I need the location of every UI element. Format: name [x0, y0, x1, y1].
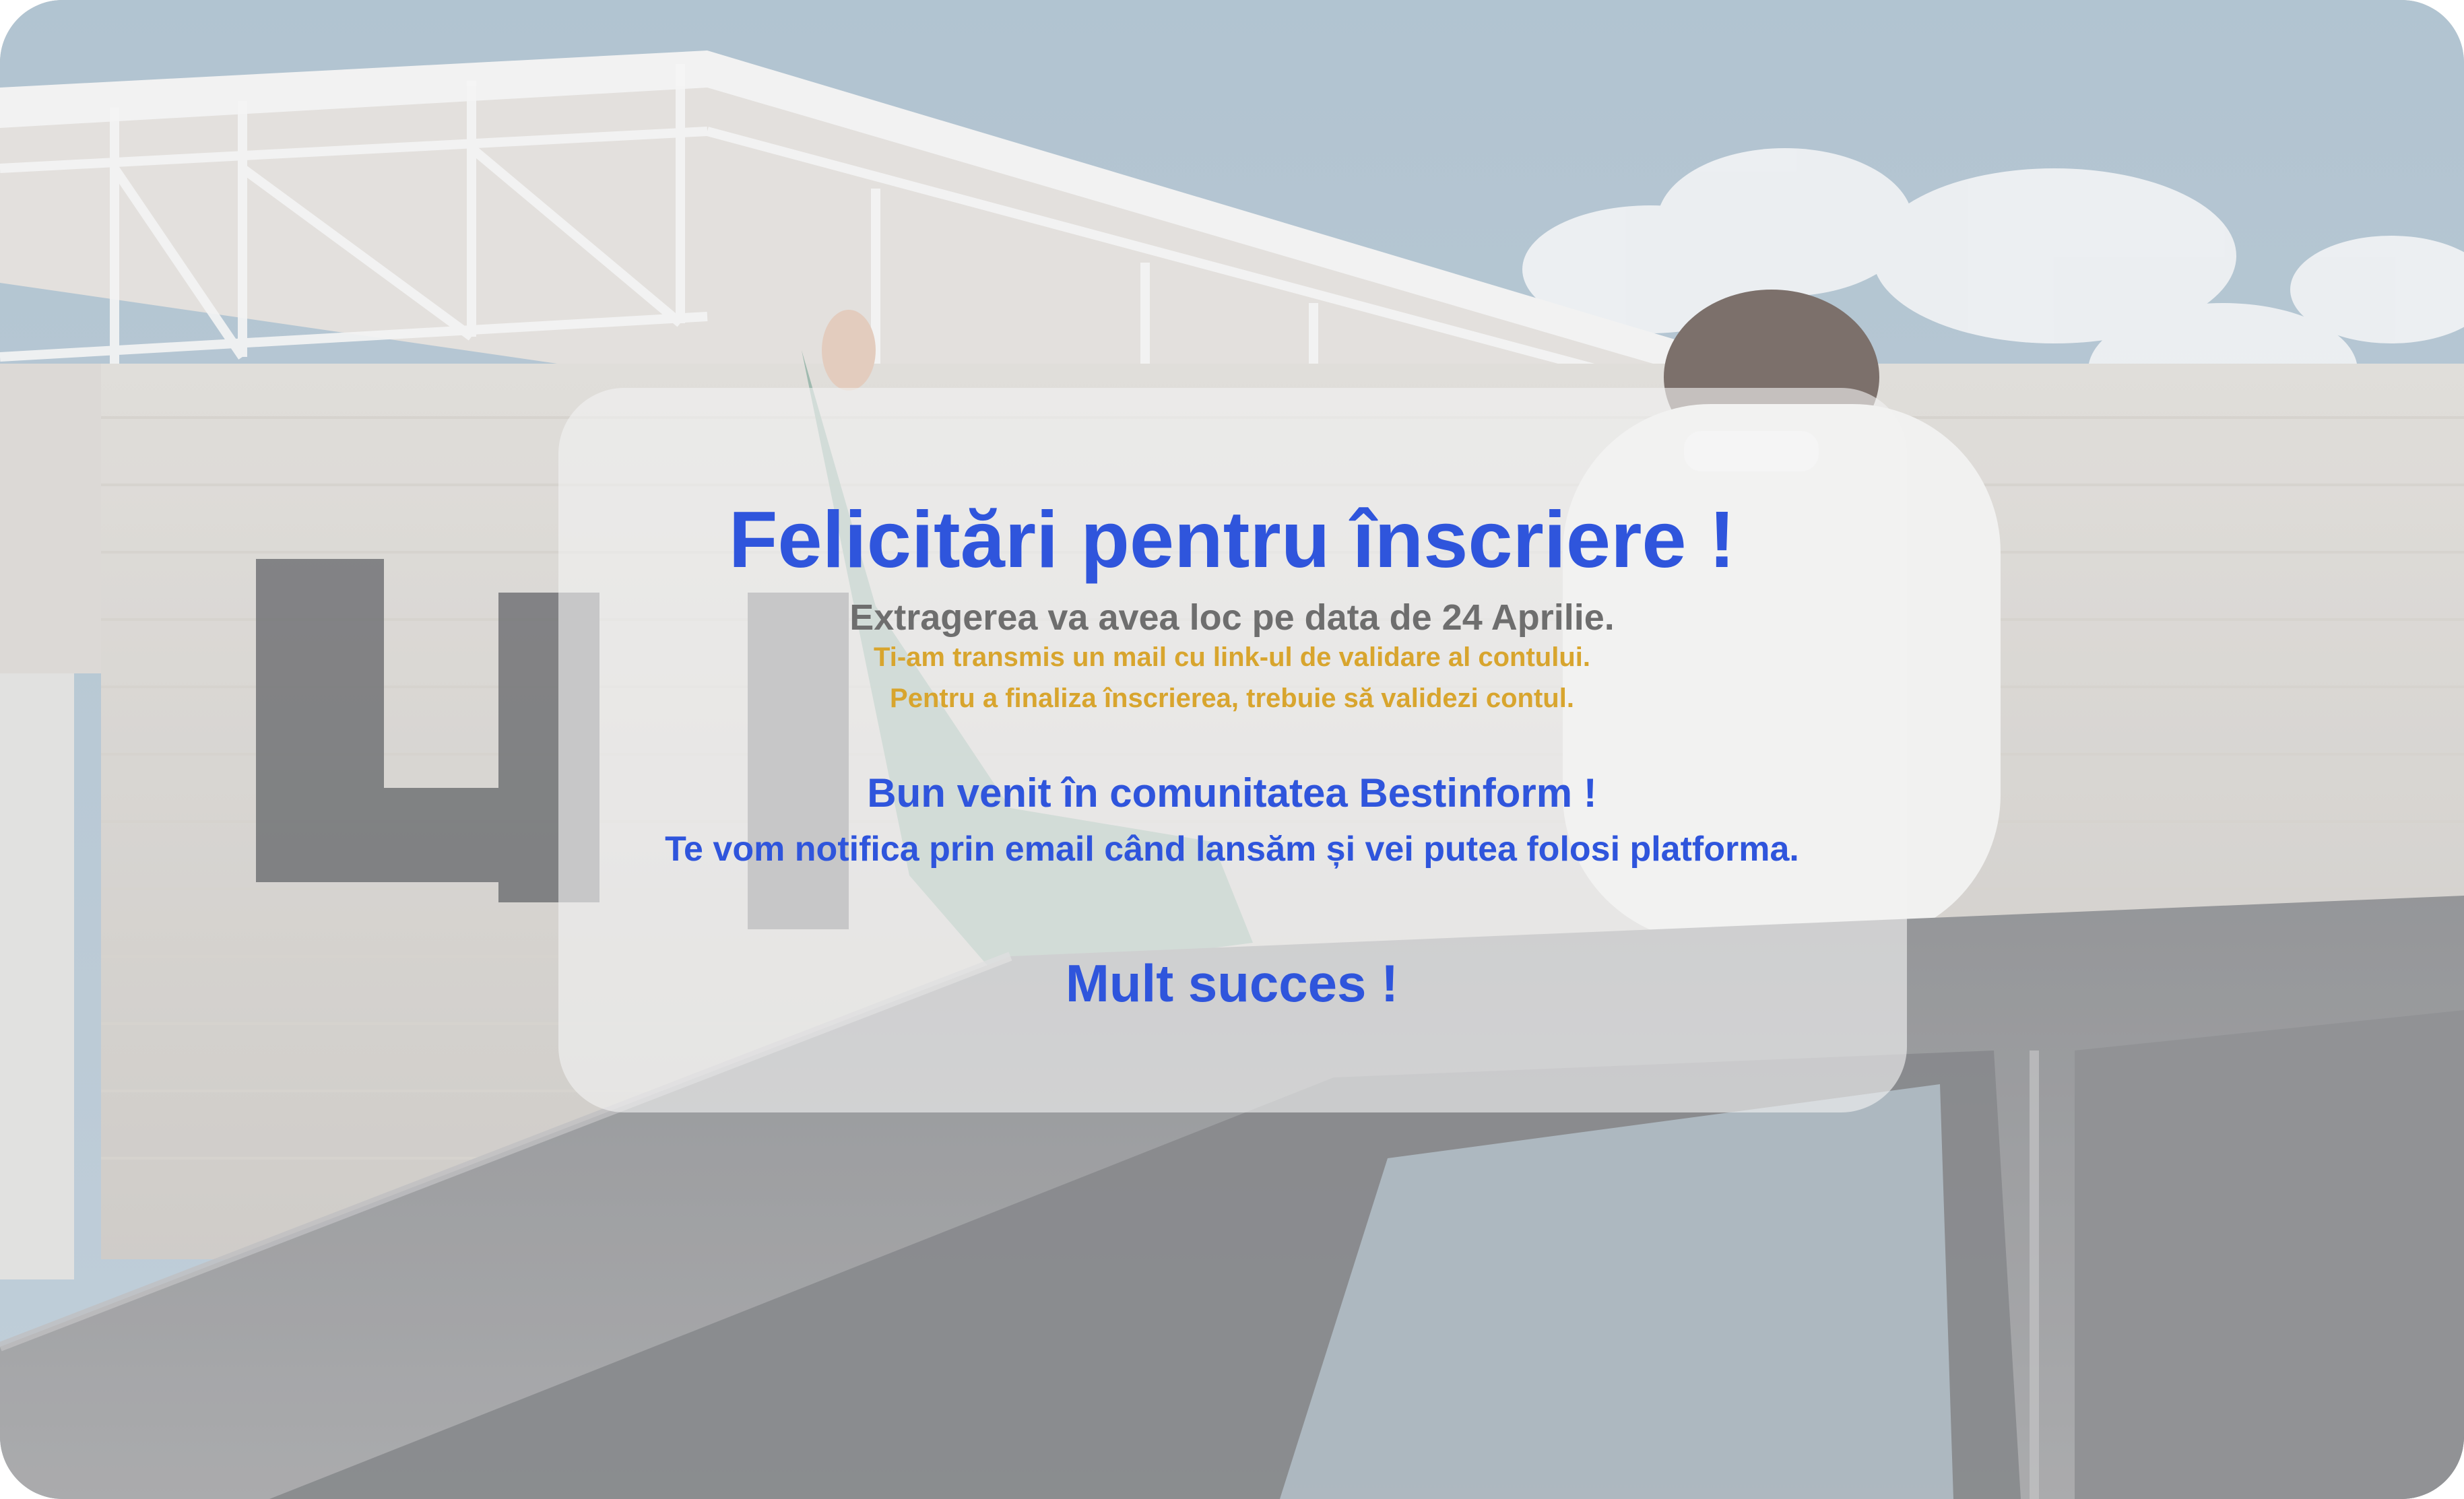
validate-account-notice: Pentru a finaliza înscrierea, trebuie să…: [890, 684, 1574, 713]
notification-message: Te vom notifica prin email când lansăm ș…: [665, 830, 1799, 869]
page-title: Felicitări pentru înscriere !: [728, 495, 1736, 585]
mail-sent-notice: Ti-am transmis un mail cu link-ul de val…: [874, 642, 1590, 672]
good-luck-message: Mult succes !: [1065, 954, 1399, 1013]
page-frame: Felicitări pentru înscriere ! Extragerea…: [0, 0, 2464, 1499]
draw-date-text: Extragerea va avea loc pe data de 24 Apr…: [849, 597, 1615, 638]
welcome-message: Bun venit în comunitatea Bestinform !: [867, 770, 1597, 815]
